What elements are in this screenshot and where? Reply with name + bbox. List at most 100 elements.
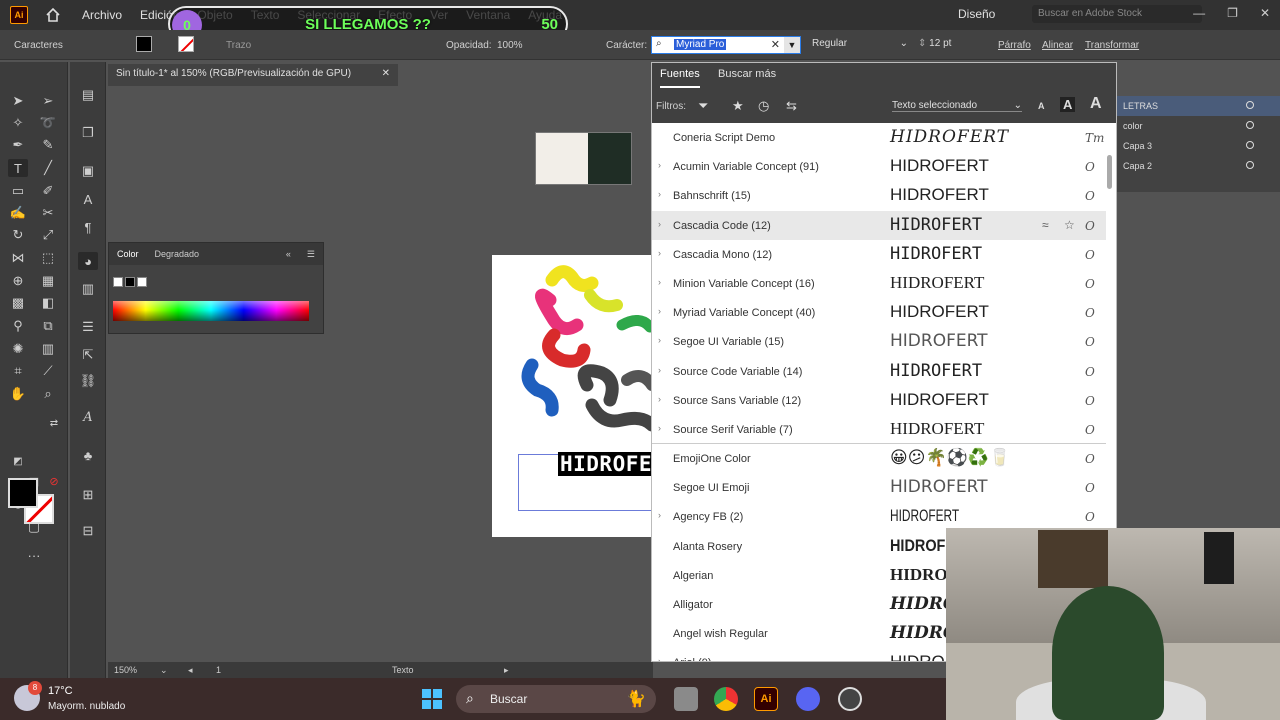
color-panel-icon[interactable]: ◕ — [78, 252, 98, 270]
windows-start-icon[interactable] — [420, 687, 444, 711]
file-explorer-icon[interactable] — [674, 687, 698, 711]
align-panel-icon[interactable]: ☰ — [78, 318, 98, 336]
align-link[interactable]: Alinear — [1042, 40, 1073, 51]
zoom-level[interactable]: 150% — [114, 665, 137, 675]
artwork-text[interactable]: HIDROFE — [558, 452, 655, 476]
transform-panel-icon[interactable]: ⊞ — [78, 486, 98, 504]
home-icon[interactable] — [44, 6, 62, 24]
width-tool-icon[interactable]: ⋈ — [8, 249, 28, 267]
font-list-item[interactable]: Coneria Script Demo HIDROFERT Tт — [652, 123, 1106, 152]
color-spectrum[interactable] — [113, 301, 309, 321]
shape-builder-tool-icon[interactable]: ⊕ — [8, 272, 28, 290]
glyphs-panel-icon[interactable]: A — [78, 408, 98, 426]
expand-chevron-icon[interactable]: › — [658, 394, 661, 404]
scrollbar[interactable] — [1107, 155, 1112, 189]
large-sample-icon[interactable]: A — [1090, 95, 1102, 113]
status-next-icon[interactable]: ▸ — [504, 665, 509, 676]
libraries-panel-icon[interactable]: ▣ — [78, 162, 98, 180]
none-mode-icon[interactable]: ⊘ — [44, 472, 64, 490]
more-tools-icon[interactable]: ··· — [24, 546, 44, 564]
white-swatch[interactable] — [137, 277, 147, 287]
character-panel-icon[interactable]: A — [78, 190, 98, 208]
similar-icon[interactable]: ≈ — [1042, 218, 1049, 232]
fill-swatch[interactable] — [136, 36, 152, 52]
document-tab[interactable]: Sin título-1* al 150% (RGB/Previsualizac… — [108, 64, 398, 86]
properties-panel-icon[interactable]: ▤ — [78, 86, 98, 104]
font-list-item[interactable]: › Bahnschrift (15) HIDROFERT O — [652, 181, 1106, 210]
none-swatch[interactable] — [113, 277, 123, 287]
medium-sample-icon[interactable]: A — [1060, 97, 1076, 112]
layer-row[interactable]: Capa 2 — [1117, 156, 1280, 176]
taskbar-search[interactable]: ⌕ Buscar 🐈 — [456, 685, 656, 713]
paintbrush-tool-icon[interactable]: ✐ — [38, 182, 58, 200]
font-list-item[interactable]: EmojiOne Color 😀😕🌴⚽♻️🥛 O — [652, 444, 1106, 473]
clear-icon[interactable]: ✕ — [771, 38, 780, 51]
gradient-tool-icon[interactable]: ◧ — [38, 294, 58, 312]
rectangle-tool-icon[interactable]: ▭ — [8, 182, 28, 200]
font-style-dropdown[interactable]: Regular ⌄ — [812, 38, 908, 52]
artboard-number[interactable]: 1 — [216, 665, 221, 675]
recent-clock-icon[interactable]: ◷ — [758, 98, 769, 114]
paragraph-link[interactable]: Párrafo — [998, 40, 1031, 51]
line-tool-icon[interactable]: ╱ — [38, 159, 58, 177]
scale-tool-icon[interactable]: ⤢ — [38, 226, 58, 244]
expand-chevron-icon[interactable]: › — [658, 510, 661, 520]
font-list-item[interactable]: › Acumin Variable Concept (91) HIDROFERT O — [652, 152, 1106, 181]
font-list-item[interactable]: › Source Serif Variable (7) HIDROFERT O — [652, 415, 1106, 445]
expand-chevron-icon[interactable]: › — [658, 189, 661, 199]
tab-gradient[interactable]: Degradado — [147, 249, 208, 259]
visibility-icon[interactable] — [1246, 141, 1254, 149]
pen-tool-icon[interactable]: ✒ — [8, 136, 28, 154]
tab-fonts[interactable]: Fuentes — [660, 68, 700, 88]
panel-menu-icon[interactable]: ☰ — [299, 249, 323, 260]
paragraph-panel-icon[interactable]: ¶ — [78, 218, 98, 236]
font-list-item[interactable]: › Minion Variable Concept (16) HIDROFERT O — [652, 269, 1106, 298]
minimize-icon[interactable]: — — [1193, 6, 1205, 20]
type-tool-icon[interactable]: T — [8, 159, 28, 177]
zoom-dropdown-icon[interactable]: ⌄ — [160, 665, 168, 676]
curvature-tool-icon[interactable]: ✎ — [38, 136, 58, 154]
discord-icon[interactable] — [796, 687, 820, 711]
font-list-item[interactable]: Segoe UI Emoji HIDROFERT O — [652, 473, 1106, 502]
transform-link[interactable]: Transformar — [1085, 40, 1139, 51]
shaper-tool-icon[interactable]: ✍ — [8, 204, 28, 222]
expand-chevron-icon[interactable]: › — [658, 656, 661, 661]
expand-chevron-icon[interactable]: › — [658, 277, 661, 287]
layer-row[interactable]: Capa 3 — [1117, 136, 1280, 156]
expand-chevron-icon[interactable]: › — [658, 335, 661, 345]
expand-chevron-icon[interactable]: › — [658, 365, 661, 375]
small-sample-icon[interactable]: A — [1038, 101, 1045, 111]
chevron-down-icon[interactable]: ▼ — [784, 37, 800, 53]
font-list-item[interactable]: › Cascadia Mono (12) HIDROFERT O — [652, 240, 1106, 269]
zoom-tool-icon[interactable]: ⌕ — [38, 385, 58, 403]
artboard-tool-icon[interactable]: ⌗ — [8, 362, 28, 380]
workspace-switcher[interactable]: Diseño — [958, 7, 995, 21]
expand-chevron-icon[interactable]: › — [658, 423, 661, 433]
visibility-icon[interactable] — [1246, 101, 1254, 109]
font-family-input[interactable]: ⌕ Myriad Pro ✕ ▼ — [651, 36, 801, 54]
lasso-tool-icon[interactable]: ➰ — [38, 114, 58, 132]
column-graph-tool-icon[interactable]: ▥ — [38, 340, 58, 358]
reference-image[interactable] — [535, 132, 632, 185]
expand-chevron-icon[interactable]: › — [658, 306, 661, 316]
opacity-value[interactable]: 100% — [497, 40, 523, 51]
tab-color[interactable]: Color — [109, 249, 147, 259]
magic-wand-tool-icon[interactable]: ✧ — [8, 114, 28, 132]
direct-selection-tool-icon[interactable]: ➢ — [38, 92, 58, 110]
maximize-icon[interactable]: ❐ — [1227, 6, 1238, 20]
font-list-item[interactable]: › Segoe UI Variable (15) HIDROFERT O — [652, 327, 1106, 356]
visibility-icon[interactable] — [1246, 121, 1254, 129]
artboards-panel-icon[interactable]: ⊟ — [78, 522, 98, 540]
favorite-star-icon[interactable]: ☆ — [1064, 218, 1075, 232]
scissors-tool-icon[interactable]: ✂ — [38, 204, 58, 222]
layer-row[interactable]: color — [1117, 116, 1280, 136]
visibility-icon[interactable] — [1246, 161, 1254, 169]
artboard-prev-icon[interactable]: ◂ — [188, 665, 193, 676]
eyedropper-tool-icon[interactable]: ⚲ — [8, 317, 28, 335]
symbols-panel-icon[interactable]: ♣ — [78, 446, 98, 464]
favorites-star-icon[interactable]: ★ — [732, 98, 744, 114]
obs-icon[interactable] — [838, 687, 862, 711]
preview-mode-dropdown[interactable]: Texto seleccionado ⌄ — [892, 100, 1022, 112]
tab-find-more[interactable]: Buscar más — [718, 68, 776, 80]
font-list-item[interactable]: › Cascadia Code (12) HIDROFERT ≈ ☆ O — [652, 210, 1106, 240]
